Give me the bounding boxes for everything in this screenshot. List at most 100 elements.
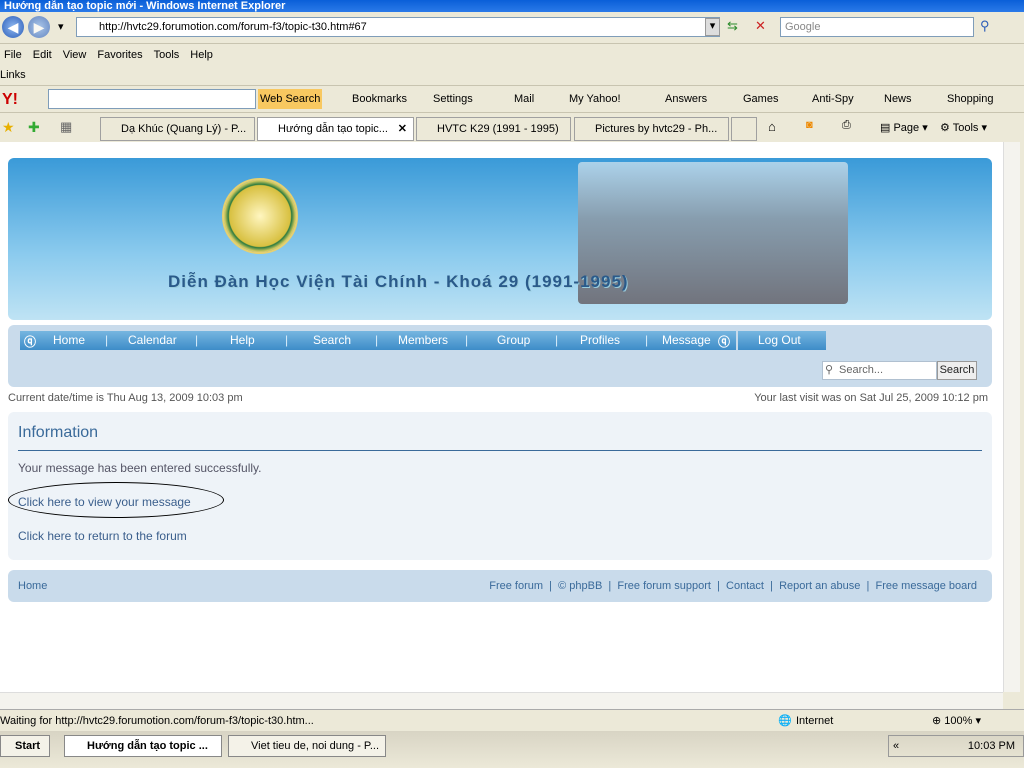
tools-menu-label: Tools — [952, 122, 979, 134]
nav-search[interactable]: Search — [313, 333, 351, 347]
information-heading: Information — [18, 424, 99, 441]
taskbar-paint-window[interactable]: Viet tieu de, noi dung - P... — [228, 735, 386, 757]
my-yahoo-button[interactable]: My Yahoo! — [569, 86, 621, 113]
footer-links: Free forum | © phpBB | Free forum suppor… — [489, 580, 978, 592]
footer-home-link[interactable]: Home — [18, 570, 47, 602]
mail-button[interactable]: Mail — [514, 86, 534, 113]
nav-group[interactable]: Group — [497, 333, 530, 347]
shopping-button[interactable]: Shopping — [947, 86, 994, 113]
news-button[interactable]: News — [884, 86, 912, 113]
url-dropdown-icon[interactable]: ▾ — [705, 18, 720, 36]
academy-logo — [222, 178, 298, 254]
taskbar: Start Hướng dẫn tạo topic ... Viet tieu … — [0, 731, 1024, 768]
taskbar-ie-window[interactable]: Hướng dẫn tạo topic ... — [64, 735, 222, 757]
settings-button[interactable]: Settings — [433, 86, 473, 113]
menu-view[interactable]: View — [63, 49, 87, 61]
success-message: Your message has been entered successful… — [18, 461, 262, 475]
nav-logout[interactable]: Log Out — [758, 333, 801, 347]
refresh-icon[interactable]: ⇆ — [727, 18, 738, 34]
start-button[interactable]: Start — [0, 735, 50, 757]
home-icon[interactable]: ⌂ — [768, 119, 776, 134]
menu-help[interactable]: Help — [190, 49, 213, 61]
stop-icon[interactable]: ✕ — [755, 18, 766, 34]
search-icon[interactable]: ⚲ — [980, 18, 990, 34]
address-bar-row: ◀ ▶ ▾ http://hvtc29.forumotion.com/forum… — [0, 12, 1024, 44]
tab-pictures[interactable]: Pictures by hvtc29 - Ph... — [574, 117, 729, 141]
forward-button[interactable]: ▶ — [28, 16, 50, 38]
search-placeholder: Search... — [839, 364, 884, 376]
page-menu-label: Page — [893, 122, 920, 134]
nav-strip: ⓠ Home | Calendar | Help | Search | Memb… — [20, 331, 736, 350]
bookmarks-button[interactable]: Bookmarks — [352, 86, 407, 113]
anti-spy-button[interactable]: Anti-Spy — [812, 86, 854, 113]
status-bar: Waiting for http://hvtc29.forumotion.com… — [0, 709, 1024, 731]
status-text: Waiting for http://hvtc29.forumotion.com… — [0, 715, 314, 727]
menu-file[interactable]: File — [4, 49, 22, 61]
system-tray: « 10:03 PM — [888, 735, 1024, 757]
page-menu[interactable]: ▤ Page ▾ — [880, 121, 928, 134]
vertical-scrollbar[interactable] — [1003, 142, 1020, 692]
yahoo-logo-icon[interactable]: Y! — [2, 86, 18, 113]
clock[interactable]: 10:03 PM — [968, 736, 1015, 756]
history-dropdown-icon[interactable]: ▾ — [58, 20, 64, 33]
new-tab-button[interactable] — [731, 117, 757, 141]
links-bar[interactable]: Links — [0, 66, 26, 84]
nav-members[interactable]: Members — [398, 333, 448, 347]
phpbb-link[interactable]: © phpBB — [558, 580, 602, 592]
zoom-value: 100% — [944, 715, 973, 727]
nav-message[interactable]: Message — [662, 333, 711, 347]
nav-ornament-icon: ⓠ — [24, 335, 37, 349]
answers-button[interactable]: Answers — [665, 86, 707, 113]
return-forum-link[interactable]: Click here to return to the forum — [18, 529, 187, 543]
forum-search-input[interactable]: ⚲ Search... — [822, 361, 937, 380]
tab-huong-dan[interactable]: Hướng dẫn tạo topic... ✕ — [257, 117, 414, 141]
menu-edit[interactable]: Edit — [33, 49, 52, 61]
feeds-icon[interactable]: ◙ — [806, 119, 813, 131]
web-page: Diễn Đàn Học Viện Tài Chính - Khoá 29 (1… — [0, 142, 1003, 692]
view-message-link[interactable]: Click here to view your message — [18, 495, 191, 509]
show-hidden-icons[interactable]: « — [893, 736, 899, 756]
forum-title: Diễn Đàn Học Viện Tài Chính - Khoá 29 (1… — [168, 272, 629, 291]
print-icon[interactable]: ⎙ — [842, 119, 851, 132]
add-favorite-icon[interactable]: ✚ — [28, 119, 40, 136]
close-tab-icon[interactable]: ✕ — [398, 118, 407, 140]
favorites-star-icon[interactable]: ★ — [2, 119, 15, 136]
tab-bar: ★ ✚ ▦ Dạ Khúc (Quang Lý) - P... Hướng dẫ… — [0, 112, 1024, 142]
security-zone: Internet — [796, 715, 834, 727]
tab-da-khuc[interactable]: Dạ Khúc (Quang Lý) - P... — [100, 117, 255, 141]
globe-icon: 🌐 — [778, 715, 792, 727]
contact-link[interactable]: Contact — [726, 580, 764, 592]
menu-tools[interactable]: Tools — [154, 49, 180, 61]
nav-home[interactable]: Home — [53, 333, 85, 347]
games-button[interactable]: Games — [743, 86, 778, 113]
nav-help[interactable]: Help — [230, 333, 255, 347]
last-visit: Your last visit was on Sat Jul 25, 2009 … — [754, 392, 988, 404]
forum-search-button[interactable]: Search — [937, 361, 977, 380]
search-provider-input[interactable]: Google — [780, 17, 974, 37]
report-abuse-link[interactable]: Report an abuse — [779, 580, 860, 592]
url-input[interactable]: http://hvtc29.forumotion.com/forum-f3/to… — [76, 17, 720, 37]
free-message-board-link[interactable]: Free message board — [876, 580, 978, 592]
menu-bar: File Edit View Favorites Tools Help — [0, 44, 1024, 66]
free-forum-support-link[interactable]: Free forum support — [617, 580, 711, 592]
zoom-level[interactable]: ⊕ 100% ▾ — [932, 710, 981, 732]
nav-profiles[interactable]: Profiles — [580, 333, 620, 347]
horizontal-scrollbar[interactable] — [0, 692, 1003, 709]
menu-favorites[interactable]: Favorites — [97, 49, 142, 61]
nav-logout-strip: Log Out — [738, 331, 826, 350]
quick-tabs-icon[interactable]: ▦ — [60, 119, 72, 135]
free-forum-link[interactable]: Free forum — [489, 580, 543, 592]
nav-ornament-icon: ⓠ — [718, 335, 731, 349]
tab-hvtc-k29[interactable]: HVTC K29 (1991 - 1995) — [416, 117, 571, 141]
yahoo-search-input[interactable] — [48, 89, 256, 109]
back-button[interactable]: ◀ — [2, 16, 24, 38]
tab-label: Hướng dẫn tạo topic... — [278, 123, 388, 135]
tools-menu[interactable]: ⚙ Tools ▾ — [940, 121, 987, 134]
nav-calendar[interactable]: Calendar — [128, 333, 177, 347]
yahoo-toolbar: Y! Web Search Bookmarks Settings Mail My… — [0, 85, 1024, 112]
footer-bar: Home Free forum | © phpBB | Free forum s… — [8, 570, 992, 602]
web-search-button[interactable]: Web Search — [258, 89, 323, 109]
nav-bar: ⓠ Home | Calendar | Help | Search | Memb… — [8, 325, 992, 387]
heading-divider — [18, 450, 982, 451]
window-title: Hướng dẫn tạo topic mới - Windows Intern… — [4, 0, 286, 12]
